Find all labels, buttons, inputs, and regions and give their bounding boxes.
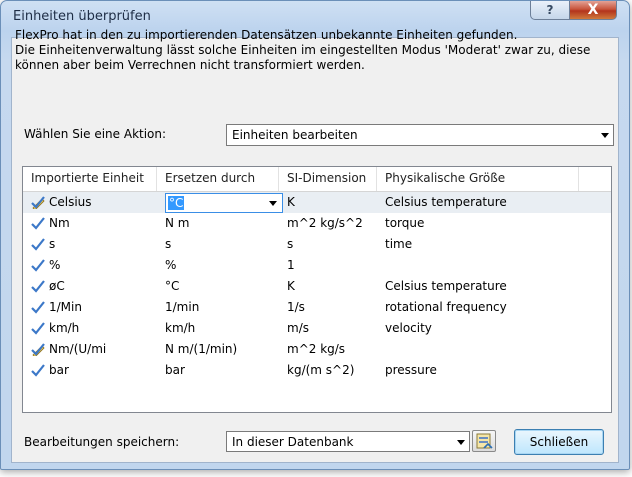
action-select-value: Einheiten bearbeiten (232, 128, 358, 142)
close-dialog-button[interactable]: Schließen (514, 429, 604, 455)
cell-replace[interactable]: bar (157, 360, 279, 381)
cell-replace[interactable]: % (157, 255, 279, 276)
cell-unit: 1/Min (49, 300, 82, 314)
intro-text: FlexPro hat in den zu importierenden Dat… (15, 28, 605, 73)
help-button[interactable]: ? (530, 1, 570, 20)
cell-si: s (287, 237, 294, 251)
cell-quantity: torque (385, 216, 425, 230)
replace-unit-combobox[interactable]: °C (165, 193, 283, 213)
cell-si: kg/(m s^2) (287, 363, 355, 377)
chevron-down-icon (601, 133, 609, 138)
intro-line-1: FlexPro hat in den zu importierenden Dat… (15, 28, 518, 42)
table-row[interactable]: s s s time (23, 234, 611, 255)
table-row[interactable]: Nm/(U/mi N m/(1/min) m^2 kg/s (23, 339, 611, 360)
col-header-si-dimension[interactable]: SI-Dimension (279, 167, 377, 191)
cell-si: 1 (287, 258, 295, 272)
cell-quantity: velocity (385, 321, 432, 335)
table-row[interactable]: Celsius °C K Celsius temperature (23, 192, 611, 213)
cell-quantity (377, 339, 607, 360)
cell-replace[interactable]: N m/(1/min) (157, 339, 279, 360)
action-select[interactable]: Einheiten bearbeiten (226, 124, 614, 146)
save-location-select[interactable]: In dieser Datenbank (226, 431, 470, 452)
dialog-title: Einheiten überprüfen (13, 9, 151, 24)
cell-quantity: time (385, 237, 413, 251)
cell-si: m^2 kg/s^2 (287, 216, 363, 230)
cell-quantity: Celsius temperature (385, 279, 507, 293)
close-icon: X (587, 2, 599, 18)
intro-line-2: Die Einheitenverwaltung lässt solche Ein… (15, 43, 591, 57)
close-dialog-label: Schließen (529, 435, 589, 449)
cell-unit: bar (49, 363, 69, 377)
cell-quantity: Celsius temperature (385, 195, 507, 209)
replace-unit-value: °C (168, 196, 185, 210)
cell-quantity: rotational frequency (385, 300, 507, 314)
intro-line-3: können aber beim Verrechnen nicht transf… (15, 58, 365, 72)
cell-si: m^2 kg/s (287, 342, 346, 356)
cell-replace[interactable]: 1/min (157, 297, 279, 318)
cell-quantity: pressure (385, 363, 437, 377)
table-header: Importierte Einheit Ersetzen durch SI-Di… (23, 167, 611, 192)
table-row[interactable]: 1/Min 1/min 1/s rotational frequency (23, 297, 611, 318)
table-row[interactable]: øC °C K Celsius temperature (23, 276, 611, 297)
close-window-button[interactable]: X (569, 1, 617, 20)
units-table[interactable]: Importierte Einheit Ersetzen durch SI-Di… (22, 166, 612, 413)
cell-unit: km/h (49, 321, 80, 335)
save-label: Bearbeitungen speichern: (24, 435, 180, 449)
col-header-imported-unit[interactable]: Importierte Einheit (23, 167, 157, 191)
database-settings-icon (476, 433, 493, 449)
cell-si: K (287, 279, 295, 293)
col-header-physical-quantity[interactable]: Physikalische Größe (377, 167, 579, 191)
cell-si: m/s (287, 321, 309, 335)
chevron-down-icon (269, 201, 277, 206)
cell-unit: Nm (49, 216, 70, 230)
table-row[interactable]: Nm N m m^2 kg/s^2 torque (23, 213, 611, 234)
action-label: Wählen Sie eine Aktion: (24, 127, 167, 141)
cell-unit: s (49, 237, 56, 251)
cell-unit: Nm/(U/mi (49, 342, 107, 356)
help-icon: ? (546, 3, 554, 17)
cell-si: 1/s (287, 300, 305, 314)
cell-unit: % (49, 258, 61, 272)
table-row[interactable]: bar bar kg/(m s^2) pressure (23, 360, 611, 381)
cell-replace[interactable]: N m (157, 213, 279, 234)
col-header-replace[interactable]: Ersetzen durch (157, 167, 279, 191)
cell-replace[interactable]: s (157, 234, 279, 255)
cell-replace[interactable]: °C (157, 276, 279, 297)
chevron-down-icon (457, 439, 465, 445)
cell-si: K (287, 195, 295, 209)
save-location-value: In dieser Datenbank (232, 434, 354, 449)
cell-quantity (377, 255, 607, 276)
cell-replace[interactable]: km/h (157, 318, 279, 339)
table-row[interactable]: %% 1 (23, 255, 611, 276)
database-settings-button[interactable] (472, 430, 496, 452)
table-row[interactable]: km/h km/h m/s velocity (23, 318, 611, 339)
cell-unit: Celsius (49, 195, 92, 209)
cell-unit: øC (49, 279, 65, 293)
